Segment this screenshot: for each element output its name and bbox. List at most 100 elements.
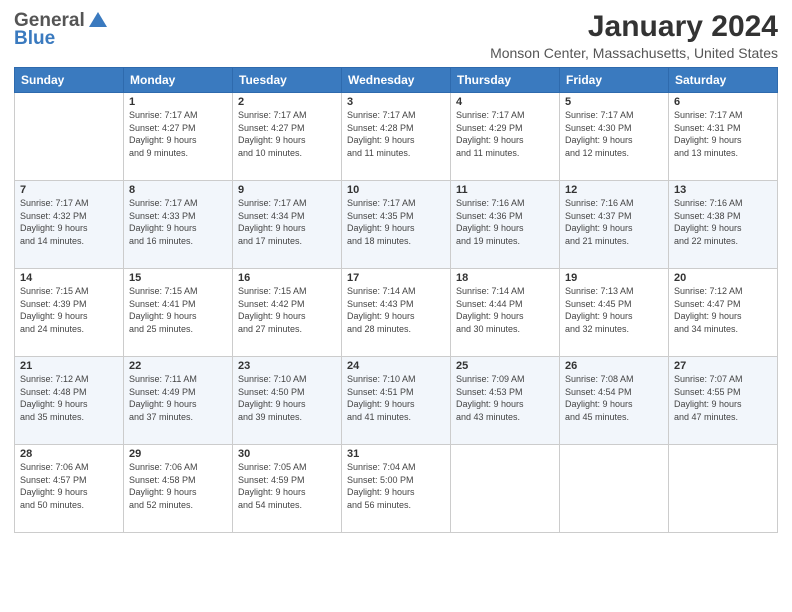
day-number: 15: [129, 272, 227, 284]
day-info: Sunrise: 7:10 AM Sunset: 4:51 PM Dayligh…: [347, 374, 416, 422]
day-cell: 23Sunrise: 7:10 AM Sunset: 4:50 PM Dayli…: [233, 357, 342, 445]
day-info: Sunrise: 7:13 AM Sunset: 4:45 PM Dayligh…: [565, 286, 634, 334]
day-info: Sunrise: 7:11 AM Sunset: 4:49 PM Dayligh…: [129, 374, 197, 422]
day-number: 25: [456, 360, 554, 372]
day-number: 18: [456, 272, 554, 284]
day-number: 19: [565, 272, 663, 284]
day-number: 14: [20, 272, 118, 284]
day-number: 21: [20, 360, 118, 372]
day-cell: 11 Sunrise: 7:16 AM Sunset: 4:36 PM Dayli…: [451, 181, 560, 269]
day-cell: 30Sunrise: 7:05 AM Sunset: 4:59 PM Dayli…: [233, 445, 342, 533]
day-info: Sunrise: 7:17 AM Sunset: 4:28 PM Dayligh…: [347, 110, 416, 158]
col-header-monday: Monday: [124, 68, 233, 93]
day-cell: 16 Sunrise: 7:15 AM Sunset: 4:42 PM Dayli…: [233, 269, 342, 357]
day-cell: [15, 93, 124, 181]
logo-icon: [87, 9, 109, 31]
day-cell: 1Sunrise: 7:17 AM Sunset: 4:27 PM Daylig…: [124, 93, 233, 181]
day-info: Sunrise: 7:08 AM Sunset: 4:54 PM Dayligh…: [565, 374, 634, 422]
day-number: 8: [129, 184, 227, 196]
day-number: 27: [674, 360, 772, 372]
day-cell: 27 Sunrise: 7:07 AM Sunset: 4:55 PM Dayli…: [669, 357, 778, 445]
day-number: 12: [565, 184, 663, 196]
header: General Blue January 2024 Monson Center,…: [14, 10, 778, 61]
day-info: Sunrise: 7:17 AM Sunset: 4:30 PM Dayligh…: [565, 110, 634, 158]
day-number: 26: [565, 360, 663, 372]
day-cell: 12 Sunrise: 7:16 AM Sunset: 4:37 PM Dayli…: [560, 181, 669, 269]
day-info: Sunrise: 7:15 AM Sunset: 4:41 PM Dayligh…: [129, 286, 198, 334]
day-cell: [451, 445, 560, 533]
day-info: Sunrise: 7:17 AM Sunset: 4:29 PM Dayligh…: [456, 110, 525, 158]
week-row-5: 28Sunrise: 7:06 AM Sunset: 4:57 PM Dayli…: [15, 445, 778, 533]
day-info: Sunrise: 7:16 AM Sunset: 4:38 PM Dayligh…: [674, 198, 743, 246]
day-cell: 29Sunrise: 7:06 AM Sunset: 4:58 PM Dayli…: [124, 445, 233, 533]
col-header-saturday: Saturday: [669, 68, 778, 93]
day-number: 17: [347, 272, 445, 284]
day-info: Sunrise: 7:07 AM Sunset: 4:55 PM Dayligh…: [674, 374, 743, 422]
col-header-thursday: Thursday: [451, 68, 560, 93]
day-number: 31: [347, 448, 445, 460]
day-cell: 4 Sunrise: 7:17 AM Sunset: 4:29 PM Daylig…: [451, 93, 560, 181]
day-info: Sunrise: 7:17 AM Sunset: 4:32 PM Dayligh…: [20, 198, 89, 246]
day-number: 6: [674, 96, 772, 108]
col-header-friday: Friday: [560, 68, 669, 93]
day-number: 4: [456, 96, 554, 108]
day-info: Sunrise: 7:16 AM Sunset: 4:37 PM Dayligh…: [565, 198, 634, 246]
day-cell: 31 Sunrise: 7:04 AM Sunset: 5:00 PM Dayli…: [342, 445, 451, 533]
day-cell: 5Sunrise: 7:17 AM Sunset: 4:30 PM Daylig…: [560, 93, 669, 181]
day-cell: 18 Sunrise: 7:14 AM Sunset: 4:44 PM Dayli…: [451, 269, 560, 357]
day-cell: 25 Sunrise: 7:09 AM Sunset: 4:53 PM Dayli…: [451, 357, 560, 445]
day-cell: 6 Sunrise: 7:17 AM Sunset: 4:31 PM Daylig…: [669, 93, 778, 181]
day-info: Sunrise: 7:06 AM Sunset: 4:58 PM Dayligh…: [129, 462, 198, 510]
day-info: Sunrise: 7:17 AM Sunset: 4:31 PM Dayligh…: [674, 110, 743, 158]
main-container: General Blue January 2024 Monson Center,…: [0, 0, 792, 541]
day-info: Sunrise: 7:09 AM Sunset: 4:53 PM Dayligh…: [456, 374, 525, 422]
day-info: Sunrise: 7:12 AM Sunset: 4:48 PM Dayligh…: [20, 374, 89, 422]
day-info: Sunrise: 7:15 AM Sunset: 4:42 PM Dayligh…: [238, 286, 307, 334]
month-year: January 2024: [490, 10, 778, 43]
day-cell: 19 Sunrise: 7:13 AM Sunset: 4:45 PM Dayli…: [560, 269, 669, 357]
day-number: 20: [674, 272, 772, 284]
day-cell: 20 Sunrise: 7:12 AM Sunset: 4:47 PM Dayli…: [669, 269, 778, 357]
calendar-header-row: SundayMondayTuesdayWednesdayThursdayFrid…: [15, 68, 778, 93]
day-cell: [560, 445, 669, 533]
week-row-1: 1 Sunrise: 7:17 AM Sunset: 4:27 PM Daylig…: [15, 93, 778, 181]
day-number: 24: [347, 360, 445, 372]
week-row-4: 21 Sunrise: 7:12 AM Sunset: 4:48 PM Dayli…: [15, 357, 778, 445]
day-info: Sunrise: 7:16 AM Sunset: 4:36 PM Dayligh…: [456, 198, 525, 246]
day-cell: [669, 445, 778, 533]
col-header-tuesday: Tuesday: [233, 68, 342, 93]
day-cell: 10Sunrise: 7:17 AM Sunset: 4:35 PM Dayli…: [342, 181, 451, 269]
day-number: 23: [238, 360, 336, 372]
logo-blue: Blue: [14, 28, 55, 50]
logo: General Blue: [14, 10, 109, 50]
day-number: 13: [674, 184, 772, 196]
day-cell: 7 Sunrise: 7:17 AM Sunset: 4:32 PM Daylig…: [15, 181, 124, 269]
day-info: Sunrise: 7:05 AM Sunset: 4:59 PM Dayligh…: [238, 462, 307, 510]
col-header-wednesday: Wednesday: [342, 68, 451, 93]
day-cell: 13 Sunrise: 7:16 AM Sunset: 4:38 PM Dayli…: [669, 181, 778, 269]
day-info: Sunrise: 7:17 AM Sunset: 4:34 PM Dayligh…: [238, 198, 307, 246]
day-number: 28: [20, 448, 118, 460]
day-cell: 17 Sunrise: 7:14 AM Sunset: 4:43 PM Dayli…: [342, 269, 451, 357]
day-cell: 3 Sunrise: 7:17 AM Sunset: 4:28 PM Daylig…: [342, 93, 451, 181]
day-cell: 22Sunrise: 7:11 AM Sunset: 4:49 PM Dayli…: [124, 357, 233, 445]
day-info: Sunrise: 7:17 AM Sunset: 4:33 PM Dayligh…: [129, 198, 198, 246]
day-info: Sunrise: 7:04 AM Sunset: 5:00 PM Dayligh…: [347, 462, 416, 510]
location: Monson Center, Massachusetts, United Sta…: [490, 45, 778, 61]
week-row-3: 14Sunrise: 7:15 AM Sunset: 4:39 PM Dayli…: [15, 269, 778, 357]
title-section: January 2024 Monson Center, Massachusett…: [490, 10, 778, 61]
day-cell: 21 Sunrise: 7:12 AM Sunset: 4:48 PM Dayli…: [15, 357, 124, 445]
day-cell: 24 Sunrise: 7:10 AM Sunset: 4:51 PM Dayli…: [342, 357, 451, 445]
calendar-table: SundayMondayTuesdayWednesdayThursdayFrid…: [14, 67, 778, 533]
day-number: 7: [20, 184, 118, 196]
day-info: Sunrise: 7:17 AM Sunset: 4:27 PM Dayligh…: [238, 110, 307, 158]
day-info: Sunrise: 7:12 AM Sunset: 4:47 PM Dayligh…: [674, 286, 743, 334]
day-number: 10: [347, 184, 445, 196]
day-info: Sunrise: 7:14 AM Sunset: 4:44 PM Dayligh…: [456, 286, 525, 334]
day-number: 3: [347, 96, 445, 108]
day-number: 16: [238, 272, 336, 284]
day-cell: 8 Sunrise: 7:17 AM Sunset: 4:33 PM Daylig…: [124, 181, 233, 269]
day-number: 1: [129, 96, 227, 108]
day-info: Sunrise: 7:14 AM Sunset: 4:43 PM Dayligh…: [347, 286, 416, 334]
day-number: 11: [456, 184, 554, 196]
